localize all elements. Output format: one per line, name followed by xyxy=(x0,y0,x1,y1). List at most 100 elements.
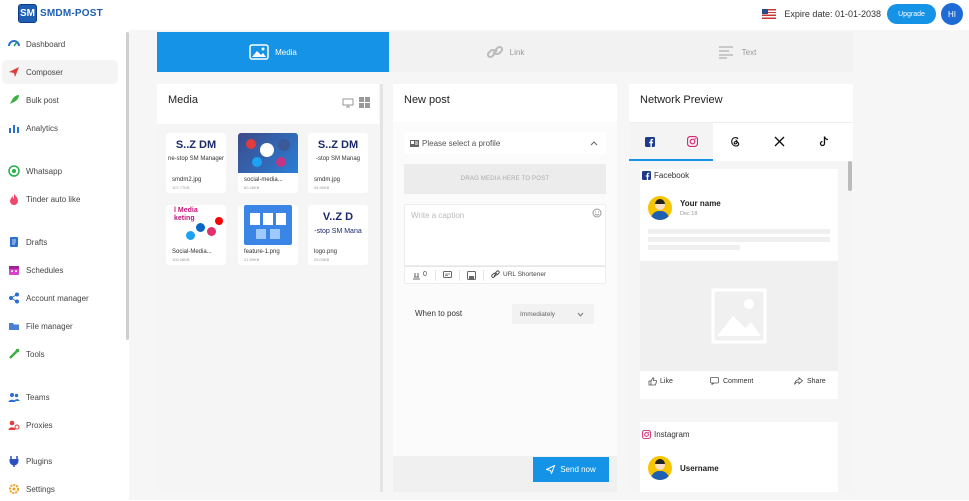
tab-label: Text xyxy=(741,47,757,57)
emoji-icon[interactable] xyxy=(592,208,602,218)
sidebar-item-schedules[interactable]: Schedules xyxy=(2,258,118,282)
preview-scrollbar[interactable] xyxy=(848,161,852,191)
media-grid: S..Z DM ne-stop SM Manager smdm2.jpg 107… xyxy=(157,124,379,492)
avatar xyxy=(648,456,672,480)
sidebar-item-plugins[interactable]: Plugins xyxy=(2,449,118,473)
link-icon xyxy=(486,45,503,59)
save-icon[interactable] xyxy=(467,271,476,280)
caption-placeholder: Write a caption xyxy=(411,211,465,220)
sidebar-item-label: Whatsapp xyxy=(26,166,63,176)
sidebar-item-label: Account manager xyxy=(26,293,89,303)
new-post-panel: New post Please select a profile DRAG ME… xyxy=(393,84,617,492)
thumb-art-text: S..Z DM xyxy=(175,139,217,151)
caption-skeleton xyxy=(648,229,830,234)
tab-link[interactable]: Link xyxy=(389,32,621,72)
folder-icon xyxy=(7,319,21,333)
network-tabs xyxy=(629,122,853,161)
like-label: Like xyxy=(660,378,673,385)
media-item[interactable]: V..Z D -stop SM Mana logo.png 25.03KB xyxy=(308,205,368,265)
settings-icon xyxy=(7,482,21,496)
sidebar-item-tools[interactable]: Tools xyxy=(2,342,118,366)
media-item[interactable]: social-media... 60.26KB xyxy=(238,133,298,193)
expire-date: Expire date: 01-01-2038 xyxy=(784,9,881,19)
thumb-art-text: V..Z D xyxy=(322,211,354,223)
upgrade-button[interactable]: Upgrade xyxy=(887,4,936,24)
image-placeholder xyxy=(640,261,838,371)
drafts-icon xyxy=(7,235,21,249)
comment-icon xyxy=(710,377,719,385)
when-to-post-label: When to post xyxy=(415,309,463,318)
profile-select-text: Please select a profile xyxy=(422,138,501,148)
app-logo[interactable]: SM SMDM-POST xyxy=(18,4,103,23)
network-preview-panel: Network Preview Facebook Your name Dec 1… xyxy=(629,84,853,492)
comment-button[interactable]: Comment xyxy=(710,377,753,385)
instagram-icon[interactable] xyxy=(687,136,698,147)
top-bar: SM SMDM-POST Expire date: 01-01-2038 Upg… xyxy=(0,0,969,30)
sidebar-item-label: Schedules xyxy=(26,265,64,275)
counter-icon xyxy=(413,273,420,280)
threads-icon[interactable] xyxy=(730,136,741,147)
preview-username: Username xyxy=(680,464,719,473)
us-flag-icon[interactable] xyxy=(762,9,777,19)
sidebar-item-teams[interactable]: Teams xyxy=(2,385,118,409)
tab-media[interactable]: Media xyxy=(157,32,389,72)
like-button[interactable]: Like xyxy=(648,377,673,386)
comment-label: Comment xyxy=(723,377,754,385)
profile-select[interactable]: Please select a profile xyxy=(404,132,606,154)
caption-skeleton xyxy=(648,245,740,250)
when-to-post-select[interactable]: Immediately xyxy=(512,304,594,324)
preview-post-date: Dec 18 xyxy=(680,211,698,217)
tab-text[interactable]: Text xyxy=(621,32,853,72)
logo-badge: SM xyxy=(18,4,37,23)
caption-counter: 0 xyxy=(423,271,427,278)
sidebar-item-label: File manager xyxy=(26,321,73,331)
media-drop-zone[interactable]: DRAG MEDIA HERE TO POST xyxy=(404,164,606,194)
caption-input[interactable]: Write a caption xyxy=(404,204,606,266)
sidebar-item-whatsapp[interactable]: Whatsapp xyxy=(2,159,118,183)
media-file-name: feature-1.png xyxy=(244,249,280,255)
plugin-icon xyxy=(7,454,21,468)
sidebar-item-tinder[interactable]: Tinder auto like xyxy=(2,187,118,211)
share-button[interactable]: Share xyxy=(794,377,826,385)
tab-label: Media xyxy=(275,47,297,57)
grid-view-icon[interactable] xyxy=(359,97,370,108)
media-item[interactable]: S..Z DM ne-stop SM Manager smdm2.jpg 107… xyxy=(166,133,226,193)
x-icon[interactable] xyxy=(774,136,785,147)
team-icon xyxy=(7,390,21,404)
instagram-preview-label: Instagram xyxy=(654,430,690,439)
url-shortener-button[interactable]: URL Shortener xyxy=(491,270,546,279)
sidebar-item-dashboard[interactable]: Dashboard xyxy=(2,32,118,56)
sidebar-item-label: Bulk post xyxy=(26,95,59,105)
sidebar-item-account-manager[interactable]: Account manager xyxy=(2,286,118,310)
media-item[interactable]: l Media keting Social-Media... 100.06KB xyxy=(166,205,226,265)
preview-user-name: Your name xyxy=(680,199,721,208)
image-placeholder-icon xyxy=(711,288,767,344)
media-item[interactable]: feature-1.png 21.59KB xyxy=(238,205,298,265)
sidebar-item-settings[interactable]: Settings xyxy=(2,477,118,501)
sidebar-item-bulk-post[interactable]: Bulk post xyxy=(2,88,118,112)
caption-toolbar: 0 URL Shortener xyxy=(404,266,606,284)
sidebar-item-file-manager[interactable]: File manager xyxy=(2,314,118,338)
sidebar-item-analytics[interactable]: Analytics xyxy=(2,116,118,140)
desktop-view-icon[interactable] xyxy=(342,98,354,108)
thumb-art-text: S..Z DM xyxy=(317,139,359,151)
sidebar-item-label: Dashboard xyxy=(26,39,66,49)
comment-icon[interactable] xyxy=(443,271,452,280)
sidebar-item-label: Settings xyxy=(26,484,55,494)
tiktok-icon[interactable] xyxy=(819,136,829,147)
facebook-icon[interactable] xyxy=(645,137,655,147)
media-item[interactable]: S..Z DM -stop SM Manag smdm.jpg 94.95KB xyxy=(308,133,368,193)
instagram-icon xyxy=(642,430,651,439)
sidebar-item-composer[interactable]: Composer xyxy=(2,60,118,84)
user-avatar[interactable]: HI xyxy=(941,3,963,25)
thumb-art-text: ne-stop SM Manager xyxy=(167,156,225,162)
sidebar-item-drafts[interactable]: Drafts xyxy=(2,230,118,254)
share-icon xyxy=(794,377,803,385)
sidebar-item-proxies[interactable]: Proxies xyxy=(2,413,118,437)
avatar xyxy=(648,196,672,220)
share-nodes-icon xyxy=(7,291,21,305)
send-now-button[interactable]: Send now xyxy=(533,457,609,482)
facebook-preview-card: Facebook Your name Dec 18 Like Comment S… xyxy=(640,169,838,399)
logo-text: SMDM-POST xyxy=(40,8,103,19)
media-file-name: smdm2.jpg xyxy=(172,177,202,183)
